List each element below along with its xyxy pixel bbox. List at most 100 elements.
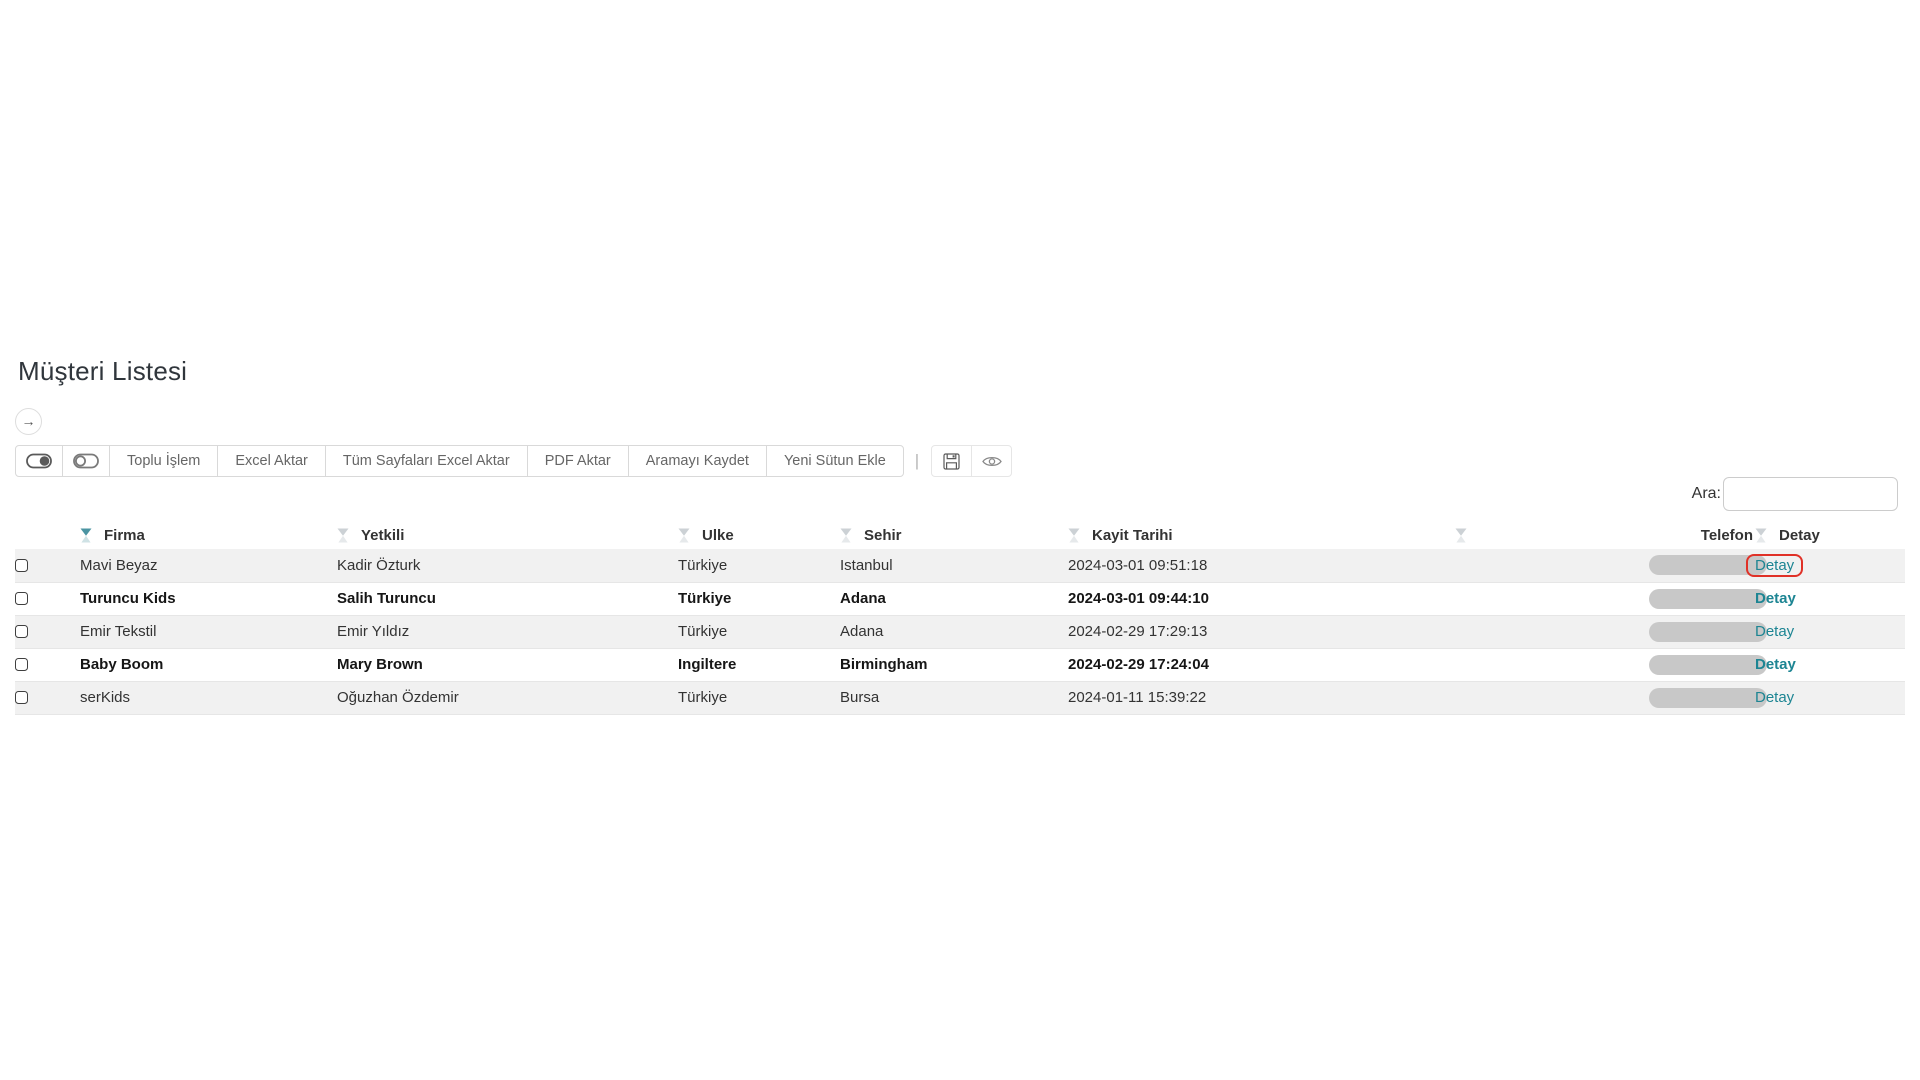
cell-firma: serKids bbox=[80, 689, 131, 706]
toolbar-button-group: Toplu İşlem Excel Aktar Tüm Sayfaları Ex… bbox=[15, 445, 904, 477]
search-label: Ara: bbox=[1691, 485, 1721, 502]
toggle-on-icon bbox=[26, 453, 52, 469]
cell-kayit-tarihi: 2024-02-29 17:24:04 bbox=[1068, 656, 1209, 673]
header-label: Detay bbox=[1779, 526, 1820, 544]
cell-ulke: Türkiye bbox=[678, 623, 728, 640]
cell-sehir: Adana bbox=[840, 623, 884, 640]
customer-list-page: Müşteri Listesi → Toplu İşlem Excel Akta… bbox=[0, 0, 1920, 1080]
cell-kayit-tarihi: 2024-01-11 15:39:22 bbox=[1068, 689, 1207, 706]
cell-kayit-tarihi: 2024-03-01 09:51:18 bbox=[1068, 556, 1208, 574]
cell-firma: Baby Boom bbox=[80, 656, 164, 673]
cell-ulke: Türkiye bbox=[678, 689, 728, 706]
phone-redacted-pill bbox=[1649, 687, 1767, 708]
filter-icon[interactable] bbox=[337, 528, 349, 543]
filter-icon[interactable] bbox=[1455, 528, 1467, 543]
cell-telefon bbox=[1455, 549, 1767, 582]
table-row: Turuncu Kids Salih Turuncu Türkiye Adana… bbox=[15, 582, 1905, 615]
column-visibility-button[interactable] bbox=[971, 445, 1013, 477]
cell-telefon bbox=[1455, 648, 1767, 681]
cell-detay: Detay bbox=[1755, 615, 1905, 648]
filter-active-icon[interactable] bbox=[80, 528, 92, 543]
header-select bbox=[15, 521, 80, 549]
panel-collapse-button[interactable]: → bbox=[15, 408, 42, 435]
toggle-off-button[interactable] bbox=[62, 445, 110, 477]
detay-link[interactable]: Detay bbox=[1755, 689, 1794, 706]
row-select-checkbox[interactable] bbox=[15, 625, 28, 638]
header-kayit-tarihi[interactable]: Kayit Tarihi bbox=[1068, 521, 1455, 549]
filter-icon[interactable] bbox=[678, 528, 690, 543]
save-icon bbox=[943, 452, 960, 470]
cell-firma: Mavi Beyaz bbox=[80, 556, 158, 574]
filter-icon[interactable] bbox=[840, 528, 852, 543]
row-select-checkbox[interactable] bbox=[15, 691, 28, 704]
cell-detay: Detay bbox=[1755, 648, 1905, 681]
add-column-button[interactable]: Yeni Sütun Ekle bbox=[765, 445, 904, 477]
toggle-off-icon bbox=[73, 453, 99, 469]
row-select-checkbox[interactable] bbox=[15, 592, 28, 605]
detay-link[interactable]: Detay bbox=[1755, 590, 1796, 607]
table-header-row: Firma Yetkili Ulke Kayit Tarihi Sehir Ka… bbox=[15, 521, 1905, 549]
cell-sehir: Birmingham bbox=[840, 656, 928, 673]
cell-yetkili: Kadir Özturk bbox=[337, 556, 421, 574]
excel-export-all-pages-button[interactable]: Tüm Sayfaları Excel Aktar bbox=[324, 445, 528, 477]
cell-yetkili: Salih Turuncu bbox=[337, 590, 436, 607]
cell-yetkili: Mary Brown bbox=[337, 656, 423, 673]
cell-kayit-tarihi: 2024-03-01 09:44:10 bbox=[1068, 590, 1209, 607]
header-firma[interactable]: Firma bbox=[80, 521, 337, 549]
customer-table: Firma Yetkili Ulke Kayit Tarihi Sehir Ka… bbox=[15, 521, 1905, 715]
toolbar-divider: | bbox=[914, 451, 920, 470]
save-search-button[interactable]: Aramayı Kaydet bbox=[627, 445, 767, 477]
pdf-export-button[interactable]: PDF Aktar bbox=[526, 445, 629, 477]
cell-ulke: Türkiye bbox=[678, 590, 732, 607]
table-row: Emir Tekstil Emir Yıldız Türkiye Adana 2… bbox=[15, 615, 1905, 648]
detay-link[interactable]: Detay bbox=[1755, 557, 1794, 574]
cell-detay: Detay bbox=[1755, 681, 1905, 714]
cell-yetkili: Emir Yıldız bbox=[337, 623, 410, 640]
toolbar: Toplu İşlem Excel Aktar Tüm Sayfaları Ex… bbox=[15, 445, 1013, 477]
cell-ulke: Türkiye bbox=[678, 556, 728, 574]
table-row: Baby Boom Mary Brown Ingiltere Birmingha… bbox=[15, 648, 1905, 681]
table-row: serKids Oğuzhan Özdemir Türkiye Bursa 20… bbox=[15, 681, 1905, 714]
highlight-box: Detay bbox=[1746, 553, 1804, 577]
phone-redacted-pill bbox=[1649, 654, 1767, 675]
toolbar-icon-group bbox=[931, 445, 1013, 477]
cell-firma: Emir Tekstil bbox=[80, 623, 157, 640]
cell-telefon bbox=[1455, 582, 1767, 615]
cell-telefon bbox=[1455, 615, 1767, 648]
search-row: Ara: bbox=[1692, 477, 1898, 511]
detay-link[interactable]: Detay bbox=[1755, 656, 1796, 673]
header-telefon[interactable]: Telefon bbox=[1455, 521, 1755, 549]
phone-redacted-pill bbox=[1649, 621, 1767, 642]
save-view-button[interactable] bbox=[931, 445, 973, 477]
search-input[interactable] bbox=[1723, 477, 1898, 511]
header-label: Kayit Tarihi bbox=[1092, 526, 1173, 544]
header-label: Sehir bbox=[864, 526, 902, 544]
cell-detay: Detay bbox=[1746, 549, 1905, 582]
header-label: Yetkili bbox=[361, 526, 405, 544]
cell-telefon bbox=[1455, 681, 1767, 714]
arrow-right-icon: → bbox=[21, 413, 36, 429]
filter-icon[interactable] bbox=[1068, 528, 1080, 543]
table-row: Mavi Beyaz Kadir Özturk Türkiye Istanbul… bbox=[15, 549, 1905, 582]
header-yetkili[interactable]: Yetkili bbox=[337, 521, 678, 549]
toggle-on-button[interactable] bbox=[15, 445, 63, 477]
phone-redacted-pill bbox=[1649, 588, 1767, 609]
bulk-action-button[interactable]: Toplu İşlem bbox=[109, 445, 219, 477]
detay-link[interactable]: Detay bbox=[1755, 623, 1794, 640]
header-sehir[interactable]: Kayit Tarihi Sehir bbox=[840, 521, 1068, 549]
header-label: Ulke bbox=[702, 526, 734, 544]
header-detay[interactable]: Detay bbox=[1755, 521, 1905, 549]
page-title: Müşteri Listesi bbox=[18, 356, 188, 386]
filter-icon[interactable] bbox=[1755, 528, 1767, 543]
row-select-checkbox[interactable] bbox=[15, 558, 28, 572]
cell-sehir: Istanbul bbox=[840, 556, 893, 574]
header-ulke[interactable]: Ulke bbox=[678, 521, 840, 549]
cell-kayit-tarihi: 2024-02-29 17:29:13 bbox=[1068, 623, 1208, 640]
header-label: Firma bbox=[104, 526, 145, 544]
cell-sehir: Adana bbox=[840, 590, 886, 607]
cell-ulke: Ingiltere bbox=[678, 656, 737, 673]
header-label: Telefon bbox=[1700, 526, 1753, 544]
cell-detay: Detay bbox=[1755, 582, 1905, 615]
row-select-checkbox[interactable] bbox=[15, 658, 28, 671]
excel-export-button[interactable]: Excel Aktar bbox=[217, 445, 326, 477]
